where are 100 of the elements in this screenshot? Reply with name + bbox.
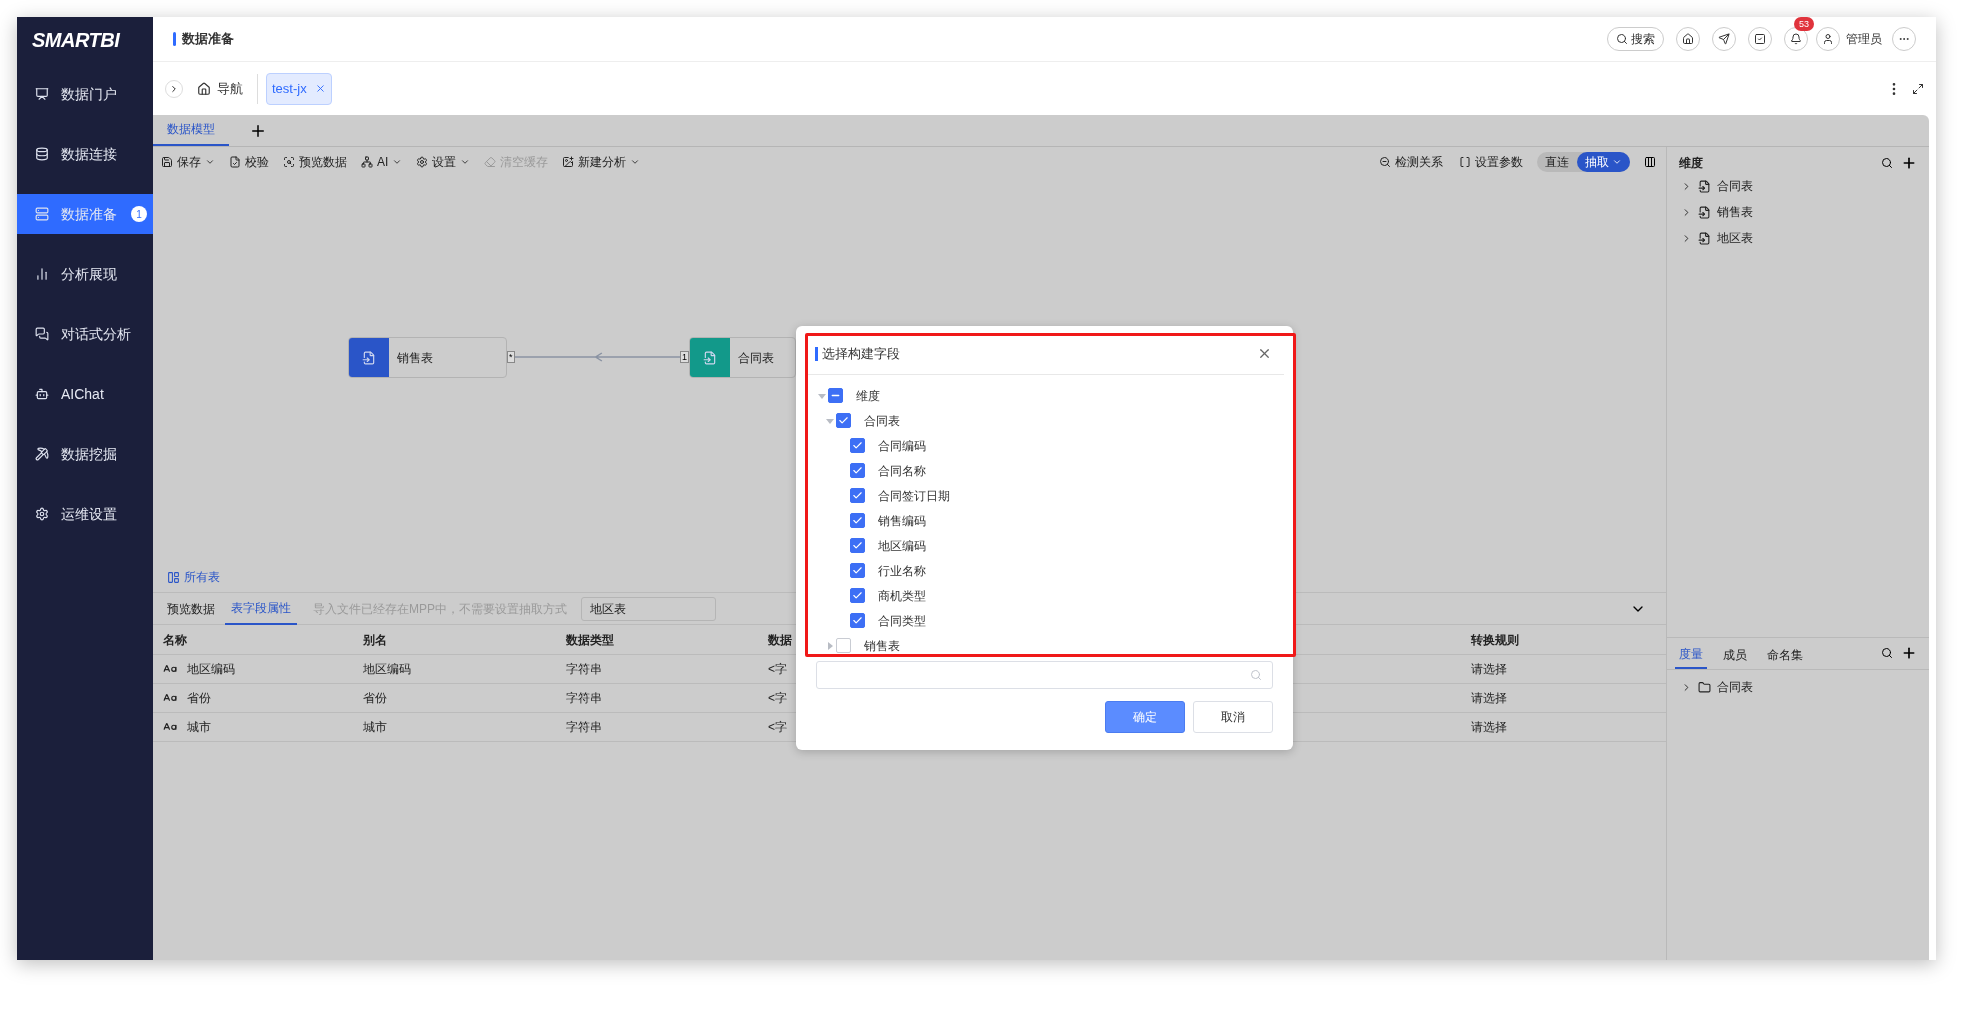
table-node[interactable]: 销售表 (348, 337, 507, 378)
panel-title: 维度 (1679, 155, 1703, 172)
search-icon[interactable] (1881, 157, 1893, 169)
search-icon[interactable] (1881, 647, 1893, 659)
presentation-icon (35, 87, 49, 101)
checkbox[interactable] (850, 513, 865, 528)
toolbar-button[interactable]: 校验 (229, 153, 269, 171)
checkbox[interactable] (850, 488, 865, 503)
add-icon[interactable] (249, 122, 267, 140)
network-icon (361, 156, 373, 168)
table-cell-text: 字符串 (566, 719, 602, 736)
check-icon (838, 415, 849, 426)
tree-item-label: 销售编码 (878, 512, 926, 530)
check-icon (852, 490, 863, 501)
scan-icon (283, 156, 295, 168)
table-node[interactable]: 合同表 (689, 337, 796, 378)
checkbox[interactable] (828, 388, 843, 403)
home-icon (197, 81, 211, 96)
doc-tab[interactable]: test-jx (266, 72, 332, 105)
sidebar-item[interactable]: 分析展现 (17, 254, 153, 294)
chevron-right-icon (169, 83, 179, 94)
image-plus-icon (562, 156, 575, 168)
send-icon (1718, 33, 1730, 45)
tree-item[interactable]: 合同表 (1679, 674, 1917, 700)
panel-tab[interactable]: 成员 (1719, 641, 1751, 669)
panel-tab[interactable]: 度量 (1675, 641, 1707, 669)
nav-tab[interactable]: 导航 (197, 78, 243, 99)
table-cell[interactable]: 请选择 (1471, 718, 1507, 736)
checkbox[interactable] (850, 588, 865, 603)
checkbox[interactable] (850, 563, 865, 578)
tree-item-label: 合同表 (864, 412, 900, 430)
zoom-out-icon (1379, 156, 1391, 168)
page-title: 数据准备 (182, 30, 234, 49)
toolbar-button[interactable]: AI (361, 153, 403, 171)
home-icon (1682, 33, 1694, 45)
check-icon (852, 540, 863, 551)
toolbar-button[interactable]: 设置 (416, 153, 471, 171)
tree-item-label: 合同编码 (878, 437, 926, 455)
sidebar-item[interactable]: 数据准备 1 (17, 194, 153, 234)
count-badge: 1 (131, 206, 147, 222)
table-cell[interactable]: 请选择 (1471, 689, 1507, 707)
all-tables-link[interactable]: 所有表 (184, 568, 220, 586)
mode-option[interactable]: 直连 (1537, 152, 1577, 172)
checkbox[interactable] (850, 538, 865, 553)
file-icon (1698, 231, 1711, 245)
tree-item-label: 合同类型 (878, 612, 926, 630)
toolbar-button[interactable]: 设置参数 (1459, 153, 1523, 171)
file-icon (362, 350, 376, 365)
table-name-field[interactable]: 地区表 (581, 596, 716, 621)
column-header: 转换规则 (1471, 631, 1519, 649)
server-icon (35, 207, 49, 221)
columns-icon[interactable] (1644, 156, 1656, 168)
sidebar-item[interactable]: 运维设置 (17, 494, 153, 534)
tree-item-label: 商机类型 (878, 587, 926, 605)
check-icon (852, 565, 863, 576)
tree-item-label: 销售表 (864, 637, 900, 655)
search-field[interactable] (816, 661, 1273, 689)
tree-item[interactable]: 地区表 (1679, 225, 1917, 251)
table-cell-text: 地区编码 (363, 661, 411, 678)
database-icon (35, 147, 49, 161)
checkbox[interactable] (850, 463, 865, 478)
search-icon (1250, 669, 1262, 681)
close-icon[interactable] (1257, 346, 1272, 361)
toolbar-button[interactable]: 新建分析 (562, 153, 641, 171)
close-icon[interactable] (314, 83, 326, 94)
dropdown-caret-icon (1612, 157, 1622, 167)
relation-mark: * (507, 351, 515, 363)
checkbox[interactable] (850, 613, 865, 628)
task-check-icon (1754, 33, 1766, 45)
bottom-tab[interactable]: 表字段属性 (225, 592, 297, 625)
table-cell-text: 省份 (363, 690, 387, 707)
sidebar-item[interactable]: 数据连接 (17, 134, 153, 174)
panel-tab[interactable]: 命名集 (1763, 641, 1807, 669)
mode-option[interactable]: 抽取 (1577, 152, 1630, 172)
maximize-icon[interactable] (1912, 82, 1924, 95)
table-cell-text: 城市 (187, 719, 211, 736)
sidebar-item[interactable]: AIChat (17, 374, 153, 414)
sidebar-item[interactable]: 数据门户 (17, 74, 153, 114)
toolbar-button[interactable]: 检测关系 (1379, 153, 1443, 171)
checkbox[interactable] (850, 438, 865, 453)
toolbar-button[interactable]: 预览数据 (283, 153, 347, 171)
checkbox[interactable] (836, 638, 851, 653)
cancel-button[interactable]: 取消 (1193, 701, 1273, 733)
add-icon[interactable] (1901, 645, 1917, 661)
user-icon (1822, 33, 1834, 45)
save-icon (161, 156, 173, 168)
check-icon (852, 590, 863, 601)
table-cell[interactable]: 请选择 (1471, 660, 1507, 678)
tree-item[interactable]: 销售表 (1679, 199, 1917, 225)
sidebar-item[interactable]: 数据挖掘 (17, 434, 153, 474)
toolbar-button[interactable]: 保存 (161, 153, 215, 171)
file-icon (703, 350, 717, 365)
tree-item[interactable]: 合同表 (1679, 173, 1917, 199)
checkbox[interactable] (836, 413, 851, 428)
node-label: 合同表 (738, 349, 774, 367)
bottom-tab[interactable]: 预览数据 (161, 592, 221, 625)
model-tab[interactable]: 数据模型 (153, 114, 229, 146)
add-icon[interactable] (1901, 155, 1917, 171)
sidebar-item[interactable]: 对话式分析 (17, 314, 153, 354)
eraser-icon (484, 156, 497, 168)
